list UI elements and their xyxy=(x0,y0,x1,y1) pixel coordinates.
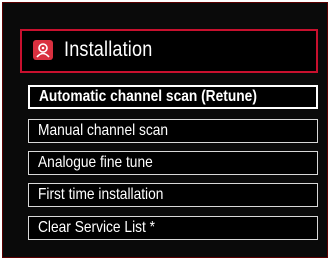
page-title: Installation xyxy=(64,38,153,61)
menu-item-label: Manual channel scan xyxy=(38,122,169,139)
menu-item-analogue-fine-tune[interactable]: Analogue fine tune xyxy=(28,151,318,175)
installation-icon xyxy=(33,40,53,60)
installation-menu-panel: Installation Automatic channel scan (Ret… xyxy=(2,2,328,258)
menu-item-label: Clear Service List * xyxy=(38,219,156,236)
menu-item-label: First time installation xyxy=(38,186,164,203)
menu-item-manual-channel-scan[interactable]: Manual channel scan xyxy=(28,119,318,143)
tv-screen: Installation Automatic channel scan (Ret… xyxy=(0,0,333,263)
menu-item-automatic-channel-scan[interactable]: Automatic channel scan (Retune) xyxy=(28,85,318,109)
menu-header: Installation xyxy=(20,29,318,73)
menu-item-clear-service-list[interactable]: Clear Service List * xyxy=(28,216,318,240)
menu-item-label: Automatic channel scan (Retune) xyxy=(39,88,257,105)
menu-item-label: Analogue fine tune xyxy=(38,154,153,171)
menu-item-first-time-installation[interactable]: First time installation xyxy=(28,183,318,207)
